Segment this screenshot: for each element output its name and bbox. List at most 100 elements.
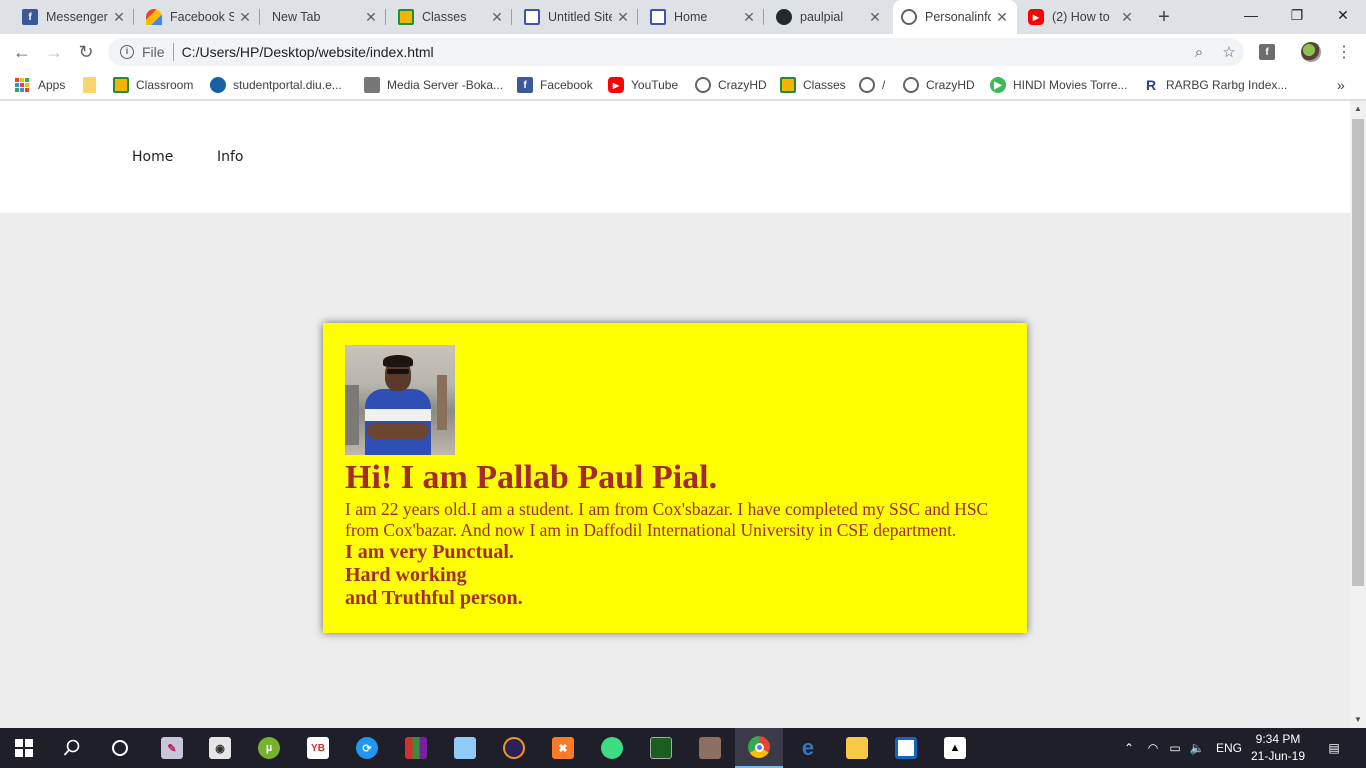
bookmark-classes[interactable]: Classes bbox=[780, 76, 846, 94]
paint-icon: ✎ bbox=[161, 737, 183, 759]
taskbar-app-code-editor[interactable] bbox=[882, 728, 930, 768]
system-clock[interactable]: 9:34 PM 21-Jun-19 bbox=[1244, 731, 1312, 765]
taskbar-app-camera[interactable]: ◉ bbox=[196, 728, 244, 768]
url-scheme: File bbox=[142, 44, 165, 60]
info-icon[interactable]: i bbox=[120, 45, 134, 59]
close-window-button[interactable]: ✕ bbox=[1320, 0, 1366, 30]
close-icon[interactable]: ✕ bbox=[868, 9, 882, 26]
url-text[interactable]: C:/Users/HP/Desktop/website/index.html bbox=[182, 44, 1184, 60]
rarbg-icon: R bbox=[1145, 77, 1157, 93]
restore-button[interactable]: ❐ bbox=[1274, 0, 1320, 30]
bookmark-classroom[interactable]: Classroom bbox=[113, 76, 193, 94]
bookmark-star-icon[interactable]: ☆ bbox=[1214, 43, 1244, 61]
profile-card: Hi! I am Pallab Paul Pial. I am 22 years… bbox=[323, 323, 1027, 633]
bookmark-crazyhd-2[interactable]: CrazyHD bbox=[903, 76, 975, 94]
start-button[interactable] bbox=[0, 728, 48, 768]
taskbar-app-package[interactable] bbox=[686, 728, 734, 768]
facebook-extension-icon[interactable]: f bbox=[1257, 42, 1277, 62]
taskbar-app-edge[interactable]: e bbox=[784, 728, 832, 768]
arduino-icon bbox=[650, 737, 672, 759]
volume-icon[interactable]: 🔈 bbox=[1186, 741, 1208, 755]
tab-paulpial[interactable]: paulpial ✕ bbox=[768, 0, 890, 34]
tab-title: Classes bbox=[422, 10, 467, 24]
page-scrollbar[interactable]: ▲ ▼ bbox=[1350, 101, 1366, 728]
close-icon[interactable]: ✕ bbox=[490, 9, 504, 26]
taskbar-app-yb[interactable]: YB bbox=[294, 728, 342, 768]
close-icon[interactable]: ✕ bbox=[364, 9, 378, 26]
profile-heading: Hi! I am Pallab Paul Pial. bbox=[345, 459, 718, 496]
clock-time: 9:34 PM bbox=[1255, 732, 1301, 746]
file-explorer-icon bbox=[846, 737, 868, 759]
taskbar-app-eclipse[interactable] bbox=[490, 728, 538, 768]
taskbar-app-android-studio[interactable] bbox=[588, 728, 636, 768]
bookmark-hindi-movies[interactable]: ▶ HINDI Movies Torre... bbox=[990, 76, 1127, 94]
address-bar[interactable]: i File C:/Users/HP/Desktop/website/index… bbox=[108, 38, 1244, 66]
close-icon[interactable]: ✕ bbox=[1120, 9, 1134, 26]
bookmarks-overflow-icon[interactable]: » bbox=[1337, 76, 1345, 94]
cortana-button[interactable] bbox=[96, 728, 144, 768]
profile-avatar[interactable] bbox=[1301, 42, 1321, 62]
bookmark-crazyhd[interactable]: CrazyHD bbox=[695, 76, 767, 94]
bookmarks-bar: Apps Classroom studentportal.diu.e... Me… bbox=[0, 70, 1366, 100]
taskbar-app-chrome[interactable] bbox=[735, 728, 783, 768]
reload-button[interactable]: ↻ bbox=[72, 38, 100, 66]
search-button[interactable] bbox=[48, 728, 96, 768]
browser-toolbar: ← → ↻ i File C:/Users/HP/Desktop/website… bbox=[0, 34, 1366, 70]
taskbar-app-virtualbox[interactable] bbox=[441, 728, 489, 768]
camera-icon: ◉ bbox=[209, 737, 231, 759]
bookmark-media-server[interactable]: Media Server -Boka... bbox=[364, 76, 503, 94]
sync-icon: ⟳ bbox=[356, 737, 378, 759]
media-server-icon bbox=[364, 77, 380, 93]
back-button[interactable]: ← bbox=[8, 38, 36, 66]
zoom-icon[interactable]: ⌕ bbox=[1184, 44, 1214, 61]
scroll-down-icon[interactable]: ▼ bbox=[1350, 712, 1366, 728]
tab-facebook-s[interactable]: Facebook S ✕ bbox=[138, 0, 260, 34]
nav-link-info[interactable]: Info bbox=[217, 149, 244, 165]
yb-icon: YB bbox=[307, 737, 329, 759]
close-icon[interactable]: ✕ bbox=[995, 9, 1009, 26]
taskbar-app-paint[interactable]: ✎ bbox=[148, 728, 196, 768]
bookmark-rarbg[interactable]: R RARBG Rarbg Index... bbox=[1143, 76, 1287, 94]
language-indicator[interactable]: ENG bbox=[1216, 741, 1242, 755]
minimize-button[interactable]: — bbox=[1228, 0, 1274, 30]
bookmark-folder[interactable] bbox=[83, 76, 103, 94]
wifi-icon[interactable]: ◠ bbox=[1142, 741, 1164, 755]
bookmark-facebook[interactable]: f Facebook bbox=[517, 76, 593, 94]
scrollbar-thumb[interactable] bbox=[1352, 119, 1364, 586]
taskbar-app-utorrent[interactable]: µ bbox=[245, 728, 293, 768]
taskbar-app-photos[interactable]: ▲ bbox=[931, 728, 979, 768]
battery-icon[interactable]: ▭ bbox=[1164, 741, 1186, 755]
close-icon[interactable]: ✕ bbox=[112, 9, 126, 26]
bookmark-slash[interactable]: / bbox=[859, 76, 885, 94]
taskbar-app-file-explorer[interactable] bbox=[833, 728, 881, 768]
bookmark-apps[interactable]: Apps bbox=[15, 76, 65, 94]
tab-messenger[interactable]: f Messenger ✕ bbox=[14, 0, 134, 34]
taskbar-app-xampp[interactable]: ✖ bbox=[539, 728, 587, 768]
tab-how-to[interactable]: ▶ (2) How to ✕ bbox=[1020, 0, 1142, 34]
tab-title: Home bbox=[674, 10, 708, 24]
close-icon[interactable]: ✕ bbox=[238, 9, 252, 26]
bookmark-studentportal[interactable]: studentportal.diu.e... bbox=[210, 76, 342, 94]
forward-button[interactable]: → bbox=[40, 38, 68, 66]
tab-home[interactable]: Home ✕ bbox=[642, 0, 764, 34]
scroll-up-icon[interactable]: ▲ bbox=[1350, 101, 1366, 117]
taskbar-app-arduino[interactable] bbox=[637, 728, 685, 768]
action-center-icon[interactable]: ▤ bbox=[1324, 728, 1344, 768]
nav-link-home[interactable]: Home bbox=[132, 149, 173, 165]
bookmark-youtube[interactable]: ▶ YouTube bbox=[608, 76, 678, 94]
menu-icon[interactable]: ⋮ bbox=[1334, 42, 1354, 62]
new-tab-button[interactable]: + bbox=[1153, 6, 1175, 28]
virtualbox-icon bbox=[454, 737, 476, 759]
tab-untitled-site[interactable]: Untitled Site ✕ bbox=[516, 0, 638, 34]
taskbar-app-sync[interactable]: ⟳ bbox=[343, 728, 391, 768]
windows-logo-icon bbox=[15, 739, 33, 757]
chevron-up-icon[interactable]: ⌃ bbox=[1120, 741, 1138, 755]
close-icon[interactable]: ✕ bbox=[616, 9, 630, 26]
taskbar-app-winrar[interactable] bbox=[392, 728, 440, 768]
close-icon[interactable]: ✕ bbox=[742, 9, 756, 26]
tab-personalinfo[interactable]: Personalinfo ✕ bbox=[893, 0, 1017, 34]
tab-new-tab[interactable]: New Tab ✕ bbox=[264, 0, 386, 34]
google-sites-icon bbox=[524, 9, 540, 25]
tab-classes[interactable]: Classes ✕ bbox=[390, 0, 512, 34]
folder-icon bbox=[83, 77, 96, 93]
